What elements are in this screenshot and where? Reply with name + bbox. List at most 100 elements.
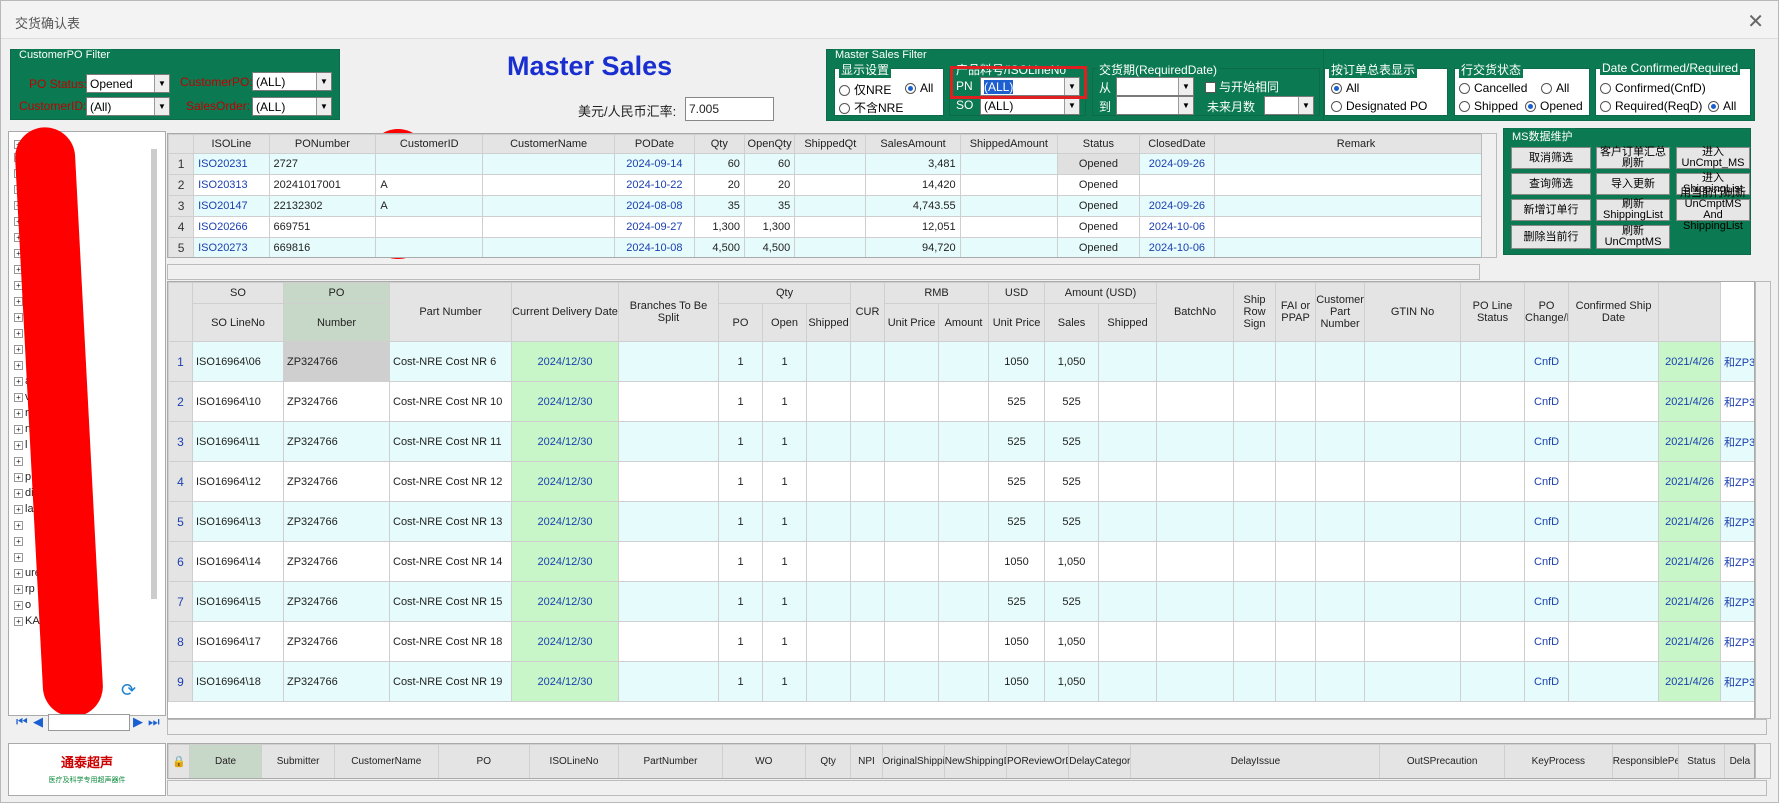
row-number[interactable]: 7	[168, 581, 193, 622]
cell-part[interactable]: Cost-NRE Cost NR 14	[389, 541, 512, 582]
same-as-start-checkbox[interactable]: 与开始相同	[1205, 78, 1279, 95]
cell-empty[interactable]	[938, 421, 990, 462]
column-header[interactable]: POReviewOrDDateChan	[1005, 744, 1070, 778]
cell-empty[interactable]	[1233, 381, 1277, 422]
cell-empty[interactable]	[850, 661, 886, 702]
cell-open[interactable]: 60	[743, 153, 796, 175]
column-header[interactable]: Open	[762, 303, 807, 342]
expand-icon[interactable]: +	[14, 328, 23, 338]
cell-samt[interactable]	[959, 153, 1059, 175]
cell-empty[interactable]	[1315, 461, 1366, 502]
tree-item[interactable]: + o	[14, 599, 31, 611]
cell-empty[interactable]	[850, 541, 886, 582]
cell-po[interactable]: 22132302	[268, 195, 377, 217]
cell-iso[interactable]: ISO20266	[193, 216, 270, 238]
cell-open[interactable]: 20	[743, 174, 796, 196]
cell-empty[interactable]	[1156, 381, 1235, 422]
cell-empty[interactable]	[618, 661, 719, 702]
cell-empty[interactable]	[1364, 621, 1462, 662]
cell-sales[interactable]: 1,050	[1044, 661, 1100, 702]
cell-empty[interactable]	[1315, 341, 1366, 382]
cell-empty[interactable]	[1364, 661, 1462, 702]
row-number[interactable]: 9	[168, 661, 193, 702]
cell-part[interactable]: Cost-NRE Cost NR 10	[389, 381, 512, 422]
first-icon[interactable]: ⏮	[16, 714, 28, 730]
cell-samt[interactable]	[959, 216, 1059, 238]
cell-empty[interactable]	[1098, 541, 1158, 582]
ms-button-4[interactable]: 导入更新	[1596, 173, 1670, 195]
cell-csd[interactable]: 2021/4/26	[1658, 421, 1722, 462]
refresh-icon[interactable]: ⟳	[121, 680, 136, 701]
tree-item[interactable]: +	[14, 455, 25, 467]
cell-pols[interactable]: CnfD	[1524, 581, 1570, 622]
cell-part[interactable]: Cost-NRE Cost NR 15	[389, 581, 512, 622]
row-number[interactable]: 8	[168, 621, 193, 662]
future-months-select[interactable]: ▼	[1264, 96, 1314, 115]
cell-empty[interactable]	[1275, 421, 1317, 462]
table-row[interactable]: 9 ISO16964\18 ZP324766 Cost-NRE Cost NR 19 2…	[168, 661, 1754, 702]
cell-sales[interactable]: 525	[1044, 461, 1100, 502]
column-header[interactable]: DelayCategory	[1068, 744, 1132, 778]
radio-cancelled[interactable]: Cancelled	[1459, 81, 1527, 95]
cell-extra[interactable]: 和ZP324764,	[1720, 581, 1754, 622]
cell-iso[interactable]: ISO20147	[193, 195, 270, 217]
ms-button-10[interactable]: 刷新UnCmptMS	[1596, 225, 1670, 249]
radio-shipped[interactable]: Shipped	[1459, 99, 1518, 113]
cell-qopen[interactable]: 1	[762, 581, 807, 622]
cell-qopen[interactable]: 1	[762, 421, 807, 462]
tree-item[interactable]: + p	[14, 471, 31, 483]
cell-po[interactable]: ZP324766	[283, 581, 390, 622]
cell-usd[interactable]: 525	[988, 381, 1046, 422]
cell-iso[interactable]: ISO20231	[193, 153, 270, 175]
tree-item[interactable]: +	[14, 519, 25, 531]
cell-usd[interactable]: 1050	[988, 541, 1046, 582]
cell-empty[interactable]	[1233, 581, 1277, 622]
cell-empty[interactable]	[618, 461, 719, 502]
chevron-down-icon[interactable]: ▼	[1178, 78, 1193, 95]
cell-sales[interactable]: 1,050	[1044, 621, 1100, 662]
cell-empty[interactable]	[805, 501, 852, 542]
cell-empty[interactable]	[1315, 621, 1366, 662]
column-header[interactable]: Customer Part Number	[1315, 282, 1366, 342]
cell-po[interactable]: ZP324766	[283, 421, 390, 462]
ms-button-8[interactable]: 用当前行刷新UnCmptMS And ShippingList	[1676, 188, 1750, 232]
expand-icon[interactable]: +	[14, 584, 23, 594]
column-header[interactable]: Amount (USD)	[1044, 282, 1158, 304]
cell-extra[interactable]: 和ZP324764,	[1720, 421, 1754, 462]
expand-icon[interactable]: +	[14, 568, 23, 578]
tree-item[interactable]: +	[14, 343, 25, 355]
expand-icon[interactable]: +	[14, 360, 23, 370]
row-number[interactable]: 2	[168, 174, 195, 196]
column-header[interactable]: CustomerName	[333, 744, 439, 778]
expand-icon[interactable]: +	[14, 472, 23, 482]
expand-icon[interactable]: +	[14, 488, 23, 498]
row-number[interactable]: 2	[168, 381, 193, 422]
cell-empty[interactable]	[850, 501, 886, 542]
close-icon[interactable]: ✕	[1747, 9, 1764, 34]
expand-icon[interactable]: +	[14, 616, 23, 626]
cell-samt[interactable]	[959, 195, 1059, 217]
column-header[interactable]: GTIN No	[1364, 282, 1462, 342]
cell-empty[interactable]	[1568, 341, 1660, 382]
table-row[interactable]: 5 ISO20273 669816 2024-10-08 4,500 4,500 94,72…	[168, 237, 1496, 257]
customerpo-select[interactable]: (ALL) ▼	[252, 72, 332, 91]
last-icon[interactable]: ⏭	[148, 714, 160, 730]
cell-empty[interactable]	[1568, 421, 1660, 462]
cell-sales[interactable]: 4,743.55	[865, 195, 961, 217]
tree-item[interactable]: + l	[14, 439, 27, 451]
ms-button-9[interactable]: 删除当前行	[1511, 225, 1591, 249]
column-header[interactable]: ShippedQt	[794, 134, 867, 154]
cell-empty[interactable]	[1460, 421, 1526, 462]
cell-po[interactable]: 669751	[268, 216, 377, 238]
cell-empty[interactable]	[884, 381, 940, 422]
row-number[interactable]: 4	[168, 461, 193, 502]
cell-iso[interactable]: ISO20273	[193, 237, 270, 257]
cell-qpo[interactable]: 1	[718, 541, 763, 582]
expand-icon[interactable]: +	[14, 344, 23, 354]
chevron-down-icon[interactable]: ▼	[1298, 97, 1313, 114]
cell-empty[interactable]	[1156, 421, 1235, 462]
cell-csd[interactable]: 2021/4/26	[1658, 541, 1722, 582]
to-date-select[interactable]: ▼	[1116, 96, 1194, 115]
column-header[interactable]: PO	[718, 303, 763, 342]
radio-nre-only[interactable]: 仅NRE	[839, 81, 891, 98]
